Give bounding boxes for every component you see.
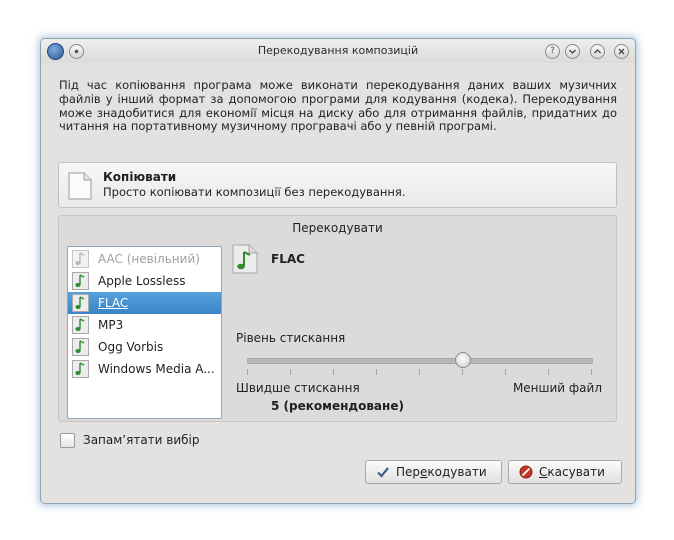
music-note-icon <box>72 338 89 356</box>
music-note-icon <box>72 316 89 334</box>
compression-value-label: 5 (рекомендоване) <box>271 399 404 413</box>
close-button[interactable] <box>614 44 629 59</box>
copy-option-title: Копіювати <box>103 170 177 184</box>
chevron-down-icon <box>569 49 576 54</box>
cancel-button-label: Скасувати <box>539 465 605 479</box>
slider-tick <box>290 369 291 375</box>
format-list[interactable]: AAC (невільний) Apple Lossless FLAC MP3 … <box>67 246 222 419</box>
codec-music-icon <box>232 244 258 274</box>
cancel-button[interactable]: Скасувати <box>508 460 622 484</box>
format-item-windows-media-audio[interactable]: Windows Media A... <box>68 358 221 380</box>
slider-tick <box>376 369 377 375</box>
help-button[interactable]: ? <box>545 44 560 59</box>
slider-tick <box>462 369 463 375</box>
music-note-icon <box>72 360 89 378</box>
transcode-group-title: Перекодувати <box>292 221 383 235</box>
format-label: Apple Lossless <box>98 274 186 288</box>
format-label: FLAC <box>98 296 129 310</box>
slider-tick <box>419 369 420 375</box>
copy-option-subtitle: Просто копіювати композиції без перекоду… <box>103 185 406 199</box>
music-note-icon <box>72 250 89 268</box>
music-note-icon <box>72 294 89 312</box>
slider-tick <box>591 369 592 375</box>
cancel-icon <box>519 465 533 479</box>
faster-compression-label: Швидше стискання <box>236 381 360 395</box>
format-item-mp3[interactable]: MP3 <box>68 314 221 336</box>
format-item-apple-lossless[interactable]: Apple Lossless <box>68 270 221 292</box>
format-label: Windows Media A... <box>98 362 215 376</box>
compression-slider-track[interactable] <box>247 358 593 364</box>
slider-tick <box>247 369 248 375</box>
format-label: AAC (невільний) <box>98 252 200 266</box>
description-text: Під час копіювання програма може виконат… <box>59 78 617 134</box>
remember-choice-label: Запам’ятати вибір <box>83 433 200 447</box>
title-bar[interactable]: Перекодування композицій ? <box>41 39 635 63</box>
format-label: Ogg Vorbis <box>98 340 164 354</box>
help-icon: ? <box>550 46 555 56</box>
transcode-button-label: Перекодувати <box>396 465 487 479</box>
smaller-file-label: Менший файл <box>512 381 602 395</box>
checkmark-icon <box>377 467 389 478</box>
slider-tick <box>548 369 549 375</box>
minimize-button[interactable] <box>565 44 580 59</box>
format-item-ogg-vorbis[interactable]: Ogg Vorbis <box>68 336 221 358</box>
maximize-button[interactable] <box>590 44 605 59</box>
format-item-aac[interactable]: AAC (невільний) <box>68 248 221 270</box>
music-note-icon <box>72 272 89 290</box>
format-item-flac[interactable]: FLAC <box>68 292 221 314</box>
checkbox-box[interactable] <box>60 433 75 448</box>
transcode-button[interactable]: Перекодувати <box>365 460 502 484</box>
transcode-group: Перекодувати AAC (невільний) Apple Lossl… <box>58 215 617 422</box>
slider-tick <box>333 369 334 375</box>
format-label: MP3 <box>98 318 124 332</box>
selected-codec-name: FLAC <box>271 252 305 266</box>
transcode-dialog: Перекодування композицій ? Під час копію… <box>40 38 636 504</box>
compression-slider-handle[interactable] <box>455 352 471 368</box>
copy-option-button[interactable]: Копіювати Просто копіювати композиції бе… <box>58 162 617 208</box>
document-icon <box>68 172 92 200</box>
slider-tick <box>505 369 506 375</box>
compression-level-label: Рівень стискання <box>236 331 346 345</box>
close-icon <box>618 48 625 55</box>
chevron-up-icon <box>594 49 601 54</box>
